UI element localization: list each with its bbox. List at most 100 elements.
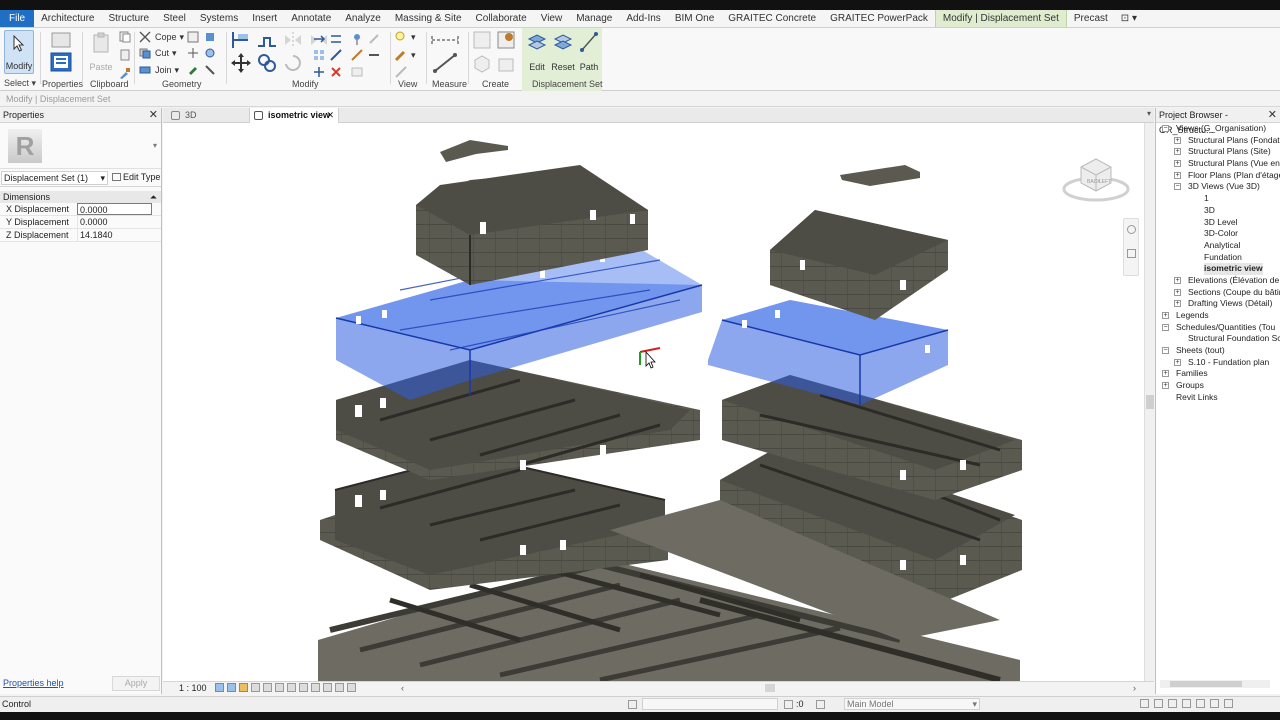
tab-annotate[interactable]: Annotate [284,10,338,27]
tab-architecture[interactable]: Architecture [34,10,101,27]
expand-icon[interactable]: + [1174,300,1181,308]
path-button[interactable]: Path [576,30,602,74]
viewport-scrollbar-vertical[interactable] [1144,123,1154,681]
tab-add-ins[interactable]: Add-Ins [619,10,667,27]
analytical-model-icon[interactable] [335,683,344,692]
property-value-field[interactable]: 0.0000 [77,203,152,215]
workset-dropdown[interactable] [642,698,778,710]
browser-item[interactable]: Structural Foundation Sch [1156,333,1280,345]
highlight-displacement-icon[interactable] [347,683,356,692]
tab-massing-site[interactable]: Massing & Site [388,10,469,27]
tab-isometric-view[interactable]: isometric view ✕ [249,108,339,123]
browser-scrollbar-horizontal[interactable] [1160,680,1270,688]
horizontal-scroll-thumb[interactable] [765,684,775,692]
tab-3d[interactable]: 3D [167,108,249,123]
mirror-axis-icon[interactable] [282,30,304,50]
join-button[interactable]: Join ▾ [138,63,179,77]
temporary-hide-icon[interactable] [311,683,320,692]
view-scale[interactable]: 1 : 100 [179,682,207,694]
array-icon[interactable] [312,48,343,62]
wall-join-icon[interactable] [186,30,217,44]
tab-view[interactable]: View [534,10,570,27]
dimensions-category[interactable]: Dimensions ⏶ [0,191,161,203]
delete-icon[interactable] [350,65,364,79]
copy-icon[interactable] [118,30,132,44]
shadows-icon[interactable] [251,683,260,692]
dimension-icon[interactable] [432,52,458,74]
drag-elements-icon[interactable] [1196,699,1205,708]
hide-icon[interactable]: ▾ [394,30,416,44]
browser-item[interactable]: isometric view [1156,263,1280,275]
browser-item[interactable]: + Structural Plans (Vue en p [1156,158,1280,170]
browser-item[interactable]: + S.10 - Fundation plan [1156,357,1280,369]
rotate-icon[interactable] [282,52,304,74]
browser-item[interactable]: 3D-Color [1156,228,1280,240]
steering-wheel-icon[interactable] [1127,225,1136,234]
tab-systems[interactable]: Systems [193,10,245,27]
design-option-dropdown[interactable]: Main Model ▾ [844,698,980,710]
measure-icon[interactable] [430,32,460,48]
tab-graitec-powerpack[interactable]: GRAITEC PowerPack [823,10,935,27]
paint-icon[interactable] [186,63,217,77]
browser-item[interactable]: + Structural Plans (Site) [1156,146,1280,158]
tab-collaborate[interactable]: Collaborate [469,10,534,27]
rendering-icon[interactable] [263,683,272,692]
edit-type-button[interactable]: Edit Type [112,172,160,182]
expand-icon[interactable]: + [1162,382,1169,390]
expand-icon[interactable]: + [1174,358,1181,366]
browser-item[interactable]: + Elevations (Élévation de c [1156,275,1280,287]
browser-item[interactable]: 3D [1156,205,1280,217]
split-icon[interactable] [312,65,343,79]
crop-view-icon[interactable] [275,683,284,692]
cope-button[interactable]: Cope ▾ [138,30,184,44]
copy-to-clipboard-icon[interactable] [118,48,132,62]
browser-item[interactable]: Fundation [1156,252,1280,264]
view-cube[interactable]: BACK LEFT [1061,153,1131,205]
reveal-hidden-icon[interactable] [323,683,332,692]
3d-viewport[interactable]: BACK LEFT [163,123,1144,681]
linework-icon[interactable] [394,65,408,79]
pin-icon[interactable] [350,32,381,46]
background-processes-icon[interactable] [1210,699,1219,708]
expand-icon[interactable]: + [1174,276,1181,284]
expand-icon[interactable]: + [1174,171,1181,179]
browser-item[interactable]: + Floor Plans (Plan d'étage [1156,170,1280,182]
edit-displacement-button[interactable]: Edit [524,30,550,74]
create-group-icon[interactable] [472,54,492,74]
browser-item[interactable]: + Structural Plans (Fondatio [1156,135,1280,147]
browser-item[interactable]: Revit Links [1156,392,1280,404]
filter-icon[interactable] [1224,699,1233,708]
browser-item[interactable]: 3D Level [1156,217,1280,229]
collapse-icon[interactable]: − [1162,347,1169,355]
design-options-icon[interactable] [816,700,825,709]
browser-item[interactable]: + Families [1156,368,1280,380]
cut-button[interactable]: Cut ▾ [138,46,177,60]
select-pinned-icon[interactable] [1168,699,1177,708]
tab-steel[interactable]: Steel [156,10,193,27]
align-icon[interactable] [230,30,252,50]
paste-button[interactable]: Paste [86,30,116,74]
browser-item[interactable]: + Legends [1156,310,1280,322]
split-face-icon[interactable] [186,46,217,60]
select-by-face-icon[interactable] [1182,699,1191,708]
close-icon[interactable]: ✕ [149,108,158,123]
select-underlay-icon[interactable] [1154,699,1163,708]
browser-item[interactable]: − Views (G_Organisation) [1156,123,1280,135]
properties-help-link[interactable]: Properties help [3,678,64,688]
visual-style-icon[interactable] [227,683,236,692]
browser-item[interactable]: + Groups [1156,380,1280,392]
collapse-icon[interactable]: − [1174,183,1181,191]
collapse-icon[interactable]: − [1162,125,1169,132]
expand-icon[interactable]: + [1174,288,1181,296]
apply-button[interactable]: Apply [112,676,160,691]
tab-analyze[interactable]: Analyze [338,10,388,27]
scroll-right-icon[interactable]: › [1133,682,1136,694]
expand-icon[interactable]: + [1162,312,1169,319]
browser-item[interactable]: − Schedules/Quantities (Tou [1156,322,1280,334]
show-crop-icon[interactable] [287,683,296,692]
tab-structure[interactable]: Structure [101,10,156,27]
tab-manage[interactable]: Manage [569,10,619,27]
tab-file[interactable]: File [0,10,35,27]
collapse-icon[interactable]: − [1162,323,1169,331]
expand-icon[interactable]: + [1174,160,1181,168]
